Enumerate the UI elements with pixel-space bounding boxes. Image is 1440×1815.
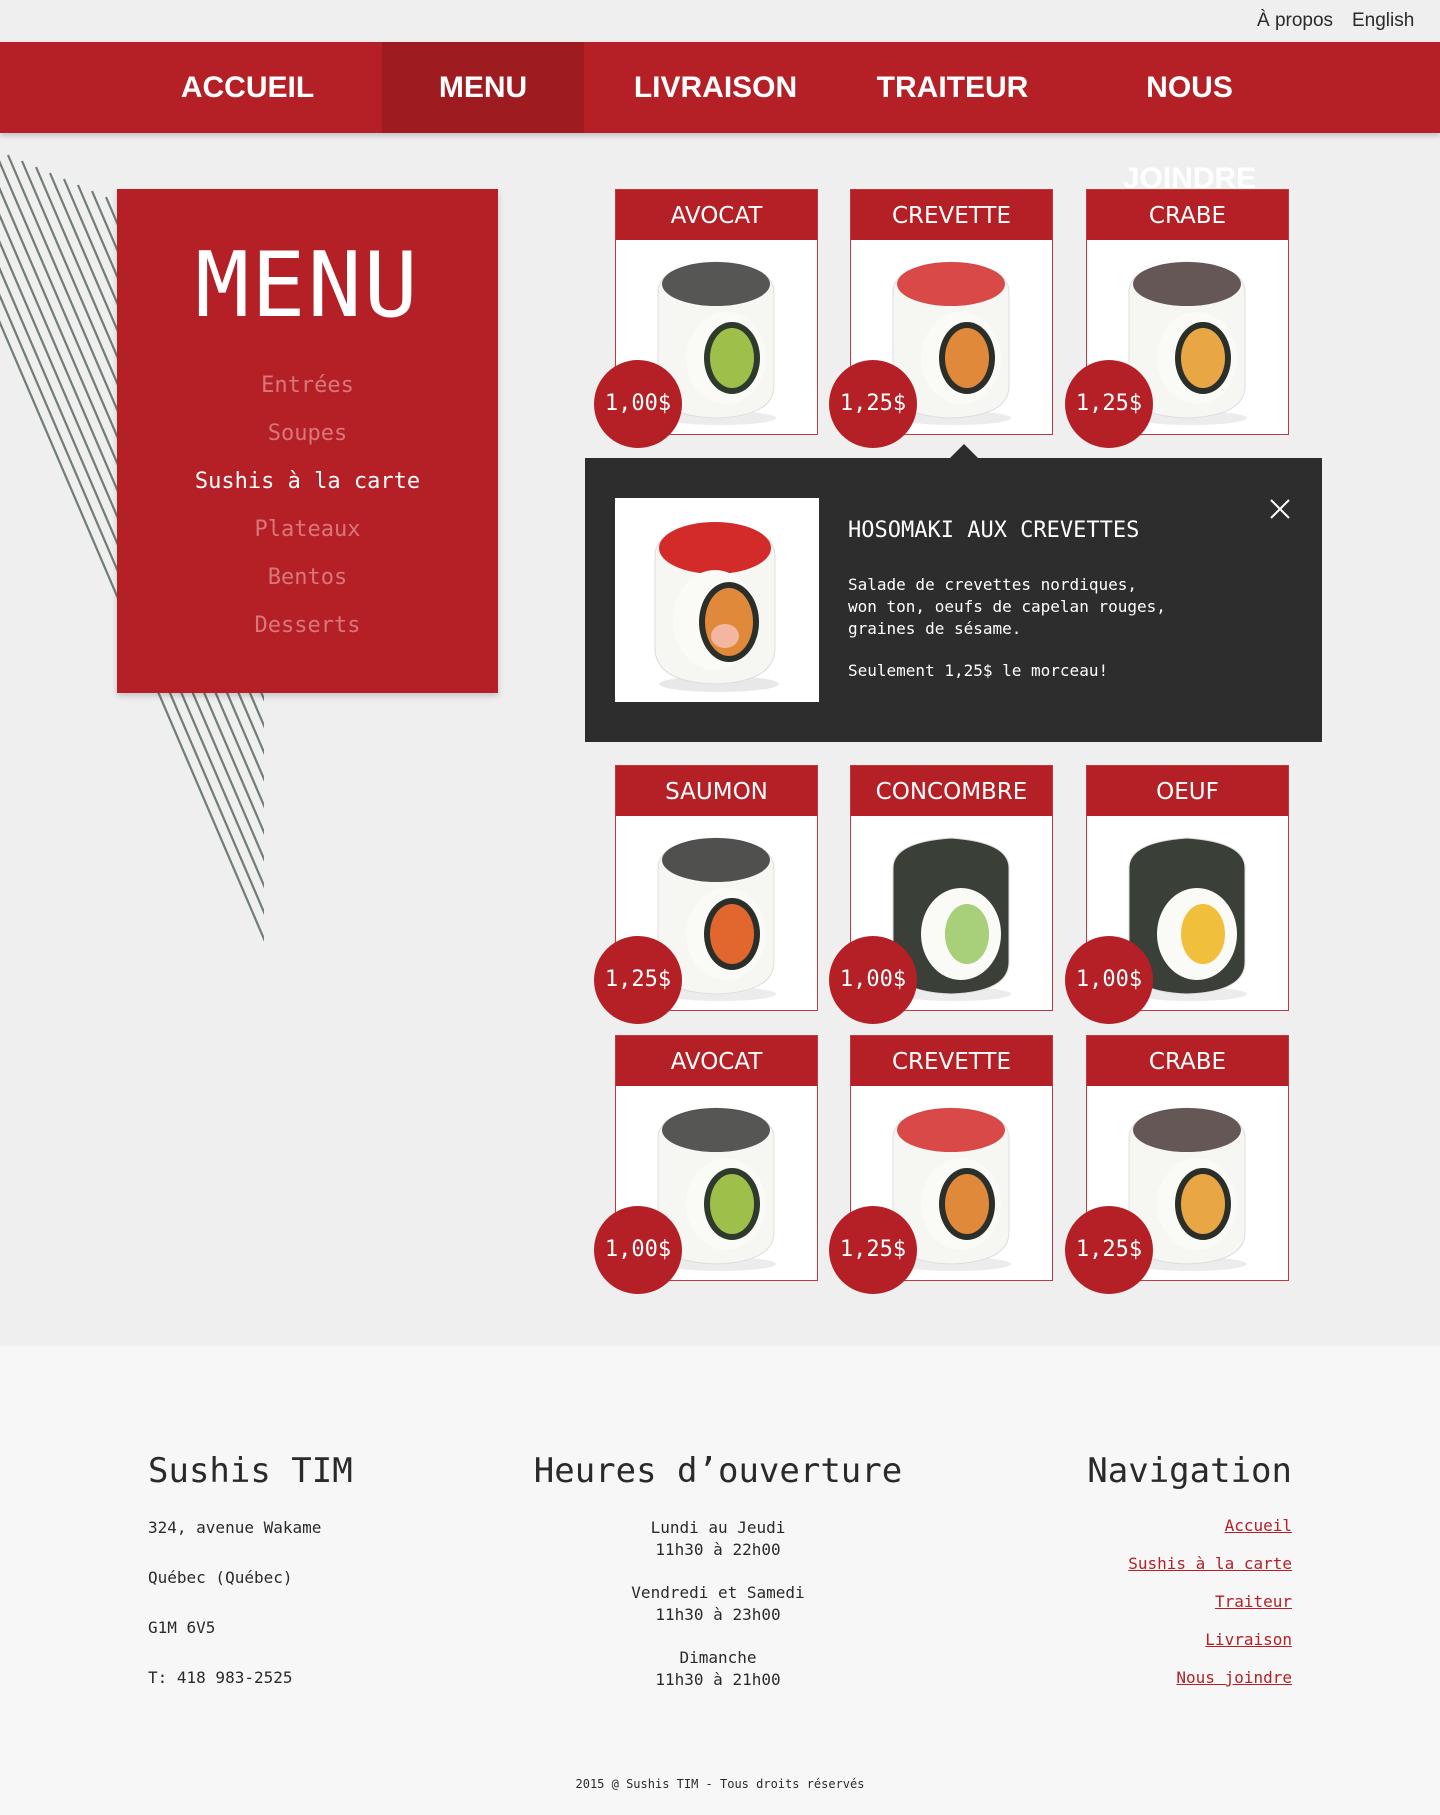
sushi-card[interactable]: AVOCAT 1,00$ xyxy=(594,189,818,448)
footer-address-street: 324, avenue Wakame xyxy=(148,1518,322,1537)
popup-sushi-image xyxy=(615,498,819,702)
footer-hours-weekday-time: 11h30 à 22h00 xyxy=(655,1540,781,1559)
sushi-card-title: OEUF xyxy=(1087,766,1288,816)
footer-hours-sunday-time: 11h30 à 21h00 xyxy=(655,1670,781,1689)
menu-category-desserts[interactable]: Desserts xyxy=(117,613,498,638)
nav-accueil[interactable]: ACCUEIL xyxy=(145,42,350,133)
sushi-card-title: CREVETTE xyxy=(851,1036,1052,1086)
footer-hours-weekend-days: Vendredi et Samedi xyxy=(631,1583,805,1602)
main-nav: ACCUEIL MENU LIVRAISON TRAITEUR NOUS JOI… xyxy=(0,42,1440,195)
footer-phone: T: 418 983-2525 xyxy=(148,1668,293,1687)
footer-hours-heading: Heures d’ouverture xyxy=(533,1451,903,1491)
sushi-card-title: AVOCAT xyxy=(616,190,817,240)
copyright: 2015 @ Sushis TIM - Tous droits réservés xyxy=(575,1777,865,1791)
sushi-card-title: CONCOMBRE xyxy=(851,766,1052,816)
sushi-card[interactable]: AVOCAT 1,00$ xyxy=(594,1035,818,1294)
footer-nav-heading: Navigation xyxy=(1087,1451,1292,1491)
top-utility-bar: À propos English xyxy=(0,0,1440,42)
footer-address-postal: G1M 6V5 xyxy=(148,1618,216,1637)
footer-link-sushis[interactable]: Sushis à la carte xyxy=(1128,1554,1292,1573)
popup-price-text: Seulement 1,25$ le morceau! xyxy=(848,661,1109,680)
price-badge: 1,25$ xyxy=(829,360,917,448)
sushi-card[interactable]: CREVETTE 1,25$ xyxy=(829,189,1053,448)
nav-menu[interactable]: MENU xyxy=(382,42,584,133)
menu-category-plateaux[interactable]: Plateaux xyxy=(117,517,498,542)
nav-livraison[interactable]: LIVRAISON xyxy=(613,42,818,133)
popup-title: HOSOMAKI AUX CREVETTES xyxy=(848,518,1140,543)
language-link[interactable]: English xyxy=(1352,10,1414,32)
sushi-card-title: AVOCAT xyxy=(616,1036,817,1086)
menu-category-entrees[interactable]: Entrées xyxy=(117,373,498,398)
footer-link-livraison[interactable]: Livraison xyxy=(1205,1630,1292,1649)
price-badge: 1,25$ xyxy=(1065,1206,1153,1294)
price-badge: 1,25$ xyxy=(829,1206,917,1294)
footer-brand: Sushis TIM xyxy=(148,1451,353,1491)
sushi-card-title: CREVETTE xyxy=(851,190,1052,240)
footer-link-nous-joindre[interactable]: Nous joindre xyxy=(1176,1668,1292,1687)
sushi-card[interactable]: CRABE 1,25$ xyxy=(1065,189,1289,448)
footer-hours-sunday-days: Dimanche xyxy=(679,1648,757,1667)
menu-category-soupes[interactable]: Soupes xyxy=(117,421,498,446)
footer-link-accueil[interactable]: Accueil xyxy=(1225,1516,1292,1535)
sushi-card[interactable]: OEUF 1,00$ xyxy=(1065,765,1289,1024)
price-badge: 1,00$ xyxy=(1065,936,1153,1024)
price-badge: 1,25$ xyxy=(594,936,682,1024)
sushi-detail-popup: HOSOMAKI AUX CREVETTES Salade de crevett… xyxy=(585,444,1322,742)
footer-link-traiteur[interactable]: Traiteur xyxy=(1215,1592,1292,1611)
sushi-card-title: SAUMON xyxy=(616,766,817,816)
price-badge: 1,00$ xyxy=(594,360,682,448)
nav-nous-joindre[interactable]: NOUS JOINDRE xyxy=(1077,42,1302,195)
footer-hours-weekday-days: Lundi au Jeudi xyxy=(650,1518,786,1537)
menu-panel: MENU Entrées Soupes Sushis à la carte Pl… xyxy=(117,189,498,693)
sushi-shrimp-image xyxy=(654,522,779,692)
price-badge: 1,25$ xyxy=(1065,360,1153,448)
sushi-card[interactable]: SAUMON 1,25$ xyxy=(594,765,818,1024)
footer-address-city: Québec (Québec) xyxy=(148,1568,293,1587)
footer: Sushis TIM 324, avenue Wakame Québec (Qu… xyxy=(0,1346,1440,1815)
sushi-card[interactable]: CONCOMBRE 1,00$ xyxy=(829,765,1053,1024)
menu-category-sushis[interactable]: Sushis à la carte xyxy=(117,469,498,494)
about-link[interactable]: À propos xyxy=(1257,10,1333,32)
price-badge: 1,00$ xyxy=(594,1206,682,1294)
popup-pointer xyxy=(950,444,978,458)
popup-description: Salade de crevettes nordiques, won ton, … xyxy=(848,575,1166,638)
menu-category-bentos[interactable]: Bentos xyxy=(117,565,498,590)
nav-traiteur[interactable]: TRAITEUR xyxy=(850,42,1055,133)
sushi-card-title: CRABE xyxy=(1087,190,1288,240)
sushi-card[interactable]: CREVETTE 1,25$ xyxy=(829,1035,1053,1294)
sushi-card-title: CRABE xyxy=(1087,1036,1288,1086)
footer-hours-weekend-time: 11h30 à 23h00 xyxy=(655,1605,781,1624)
sushi-card[interactable]: CRABE 1,25$ xyxy=(1065,1035,1289,1294)
close-icon[interactable] xyxy=(1269,498,1291,520)
menu-title: MENU xyxy=(195,233,420,338)
price-badge: 1,00$ xyxy=(829,936,917,1024)
